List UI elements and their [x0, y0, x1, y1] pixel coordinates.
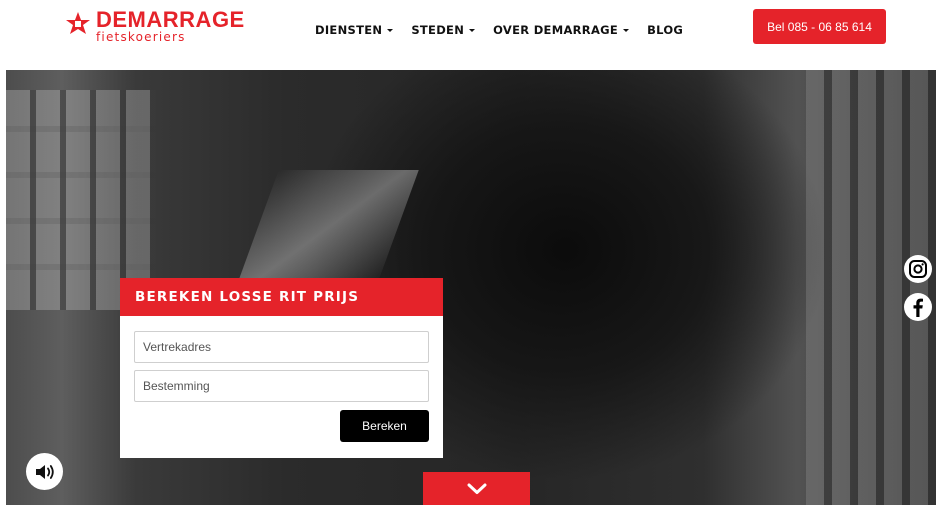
calculator-title: BEREKEN LOSSE RIT PRIJS: [135, 289, 360, 305]
calculate-button[interactable]: Bereken: [340, 410, 429, 442]
caret-down-icon: [623, 28, 630, 32]
site-header: DEMARRAGE fietskoeriers DIENSTEN STEDEN …: [0, 0, 936, 70]
hero-window-right: [806, 70, 936, 505]
logo-mark-icon: [66, 12, 90, 34]
nav-item-label: DIENSTEN: [315, 23, 383, 37]
sound-toggle-button[interactable]: [26, 453, 63, 490]
nav-item-label: BLOG: [647, 23, 684, 37]
main-nav: DIENSTEN STEDEN OVER DEMARRAGE BLOG: [315, 23, 701, 37]
departure-address-input[interactable]: [134, 331, 429, 363]
destination-input[interactable]: [134, 370, 429, 402]
caret-down-icon: [387, 28, 394, 32]
logo-title: DEMARRAGE: [96, 7, 245, 32]
call-button[interactable]: Bel 085 - 06 85 614: [753, 9, 886, 44]
hero-window-left: [6, 90, 156, 310]
logo[interactable]: DEMARRAGE fietskoeriers: [66, 7, 266, 44]
price-calculator: BEREKEN LOSSE RIT PRIJS Bereken: [120, 278, 443, 458]
nav-item-blog[interactable]: BLOG: [647, 23, 683, 37]
speaker-icon: [35, 464, 54, 479]
facebook-link[interactable]: [904, 293, 932, 321]
chevron-down-icon: [467, 483, 486, 494]
logo-tagline: fietskoeriers: [96, 30, 186, 44]
calculator-header: BEREKEN LOSSE RIT PRIJS: [120, 278, 443, 316]
scroll-down-button[interactable]: [423, 472, 530, 505]
instagram-link[interactable]: [904, 255, 932, 283]
caret-down-icon: [469, 28, 476, 32]
nav-item-steden[interactable]: STEDEN: [411, 23, 476, 37]
nav-item-over-demarrage[interactable]: OVER DEMARRAGE: [493, 23, 630, 37]
nav-item-label: OVER DEMARRAGE: [493, 23, 619, 37]
nav-item-diensten[interactable]: DIENSTEN: [315, 23, 394, 37]
facebook-icon: [913, 298, 923, 317]
nav-item-label: STEDEN: [411, 23, 465, 37]
instagram-icon: [909, 260, 927, 278]
